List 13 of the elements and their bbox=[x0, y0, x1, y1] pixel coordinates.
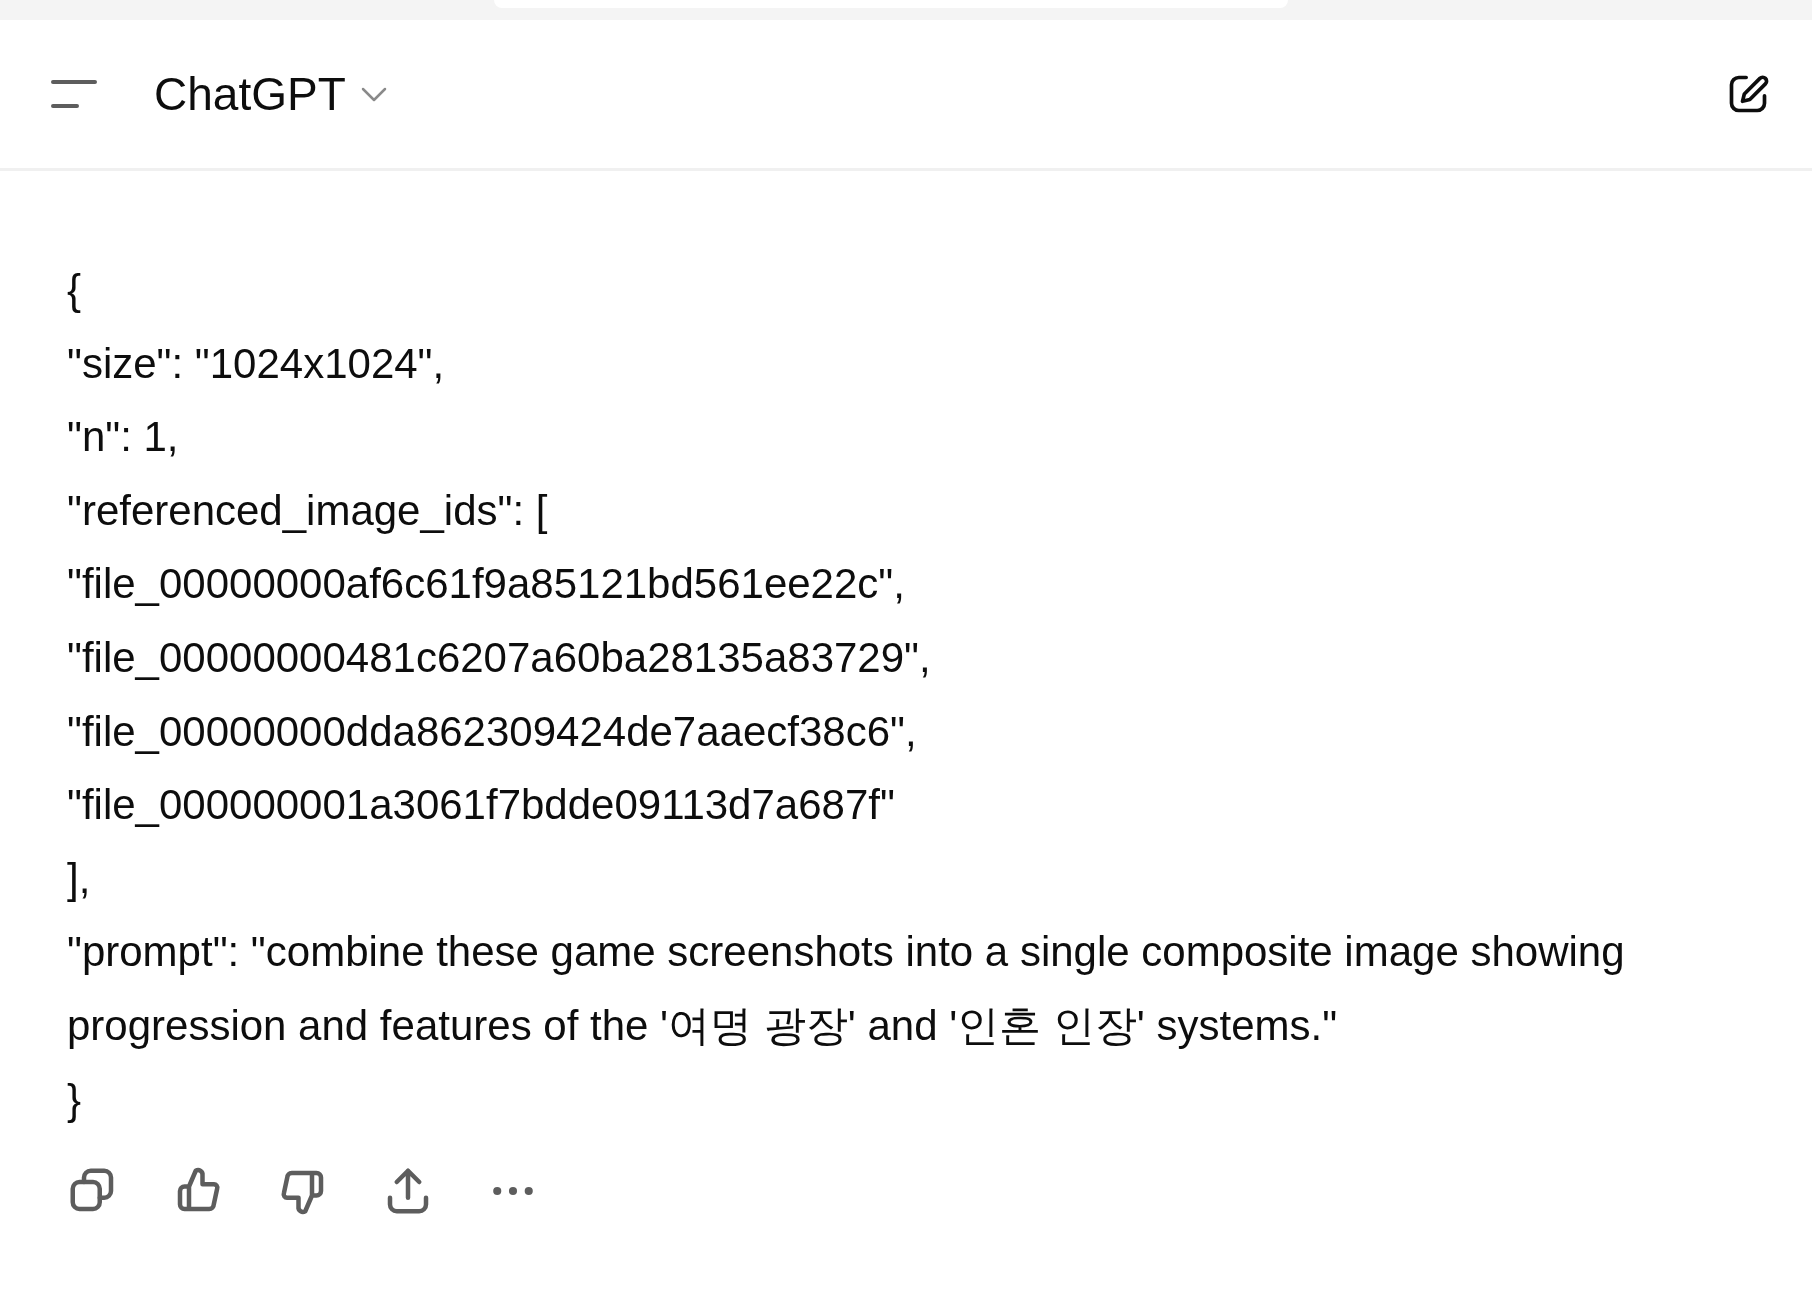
message-text: "size": "1024x1024", bbox=[67, 338, 446, 389]
message-text: "referenced_image_ids": [ bbox=[67, 485, 549, 536]
message-text: { bbox=[67, 265, 83, 315]
message-text: "file_00000000dda862309424de7aaecf38c6", bbox=[67, 706, 918, 757]
message-text: } bbox=[67, 1074, 83, 1125]
menu-icon[interactable] bbox=[50, 78, 98, 110]
message-text: "n": 1, bbox=[67, 412, 180, 463]
message-text: "file_000000001a3061f7bdde09113d7a687f" bbox=[67, 780, 896, 831]
model-selector[interactable]: ChatGPT bbox=[154, 67, 388, 121]
message-text: "file_00000000481c6207a60ba28135a83729", bbox=[67, 632, 932, 683]
message-text: "file_00000000af6c61f9a85121bd561ee22c", bbox=[67, 559, 906, 610]
message-text: "prompt": "combine these game screenshots into a single composite image showing progression and features of the '여명 광장' and '인혼 인장' systems." bbox=[67, 927, 1626, 1051]
message-text: ], bbox=[67, 853, 92, 904]
